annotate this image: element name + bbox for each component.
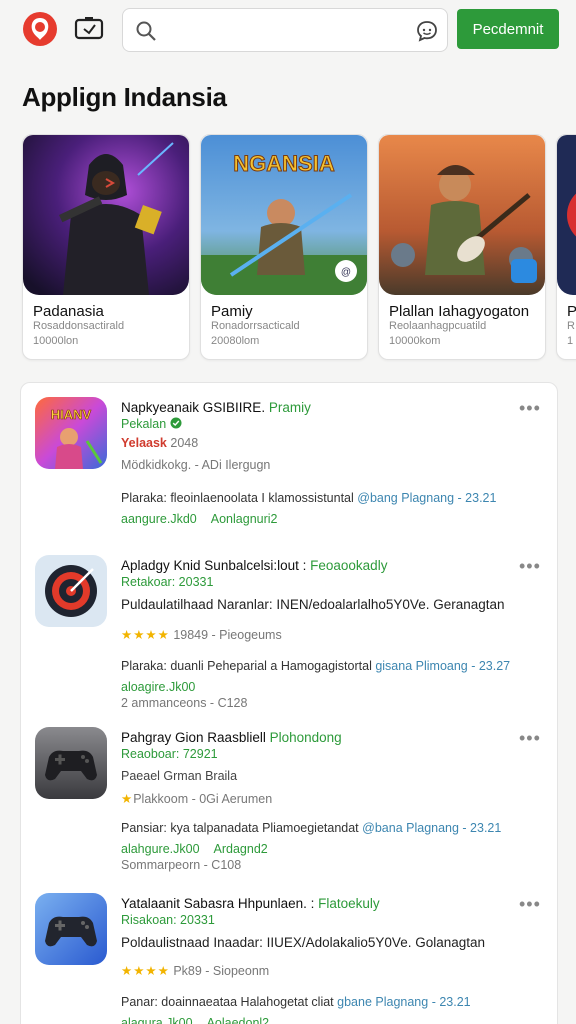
app-extra: 2 ammanceons - C128 [121, 696, 248, 710]
app-category: Plohondong [269, 730, 342, 745]
featured-carousel: Padanasia Rosaddonsactirald 10000lon NGA… [0, 134, 576, 364]
app-description: Puldaulatilhaad Naranlar: INEN/edoalarla… [121, 597, 505, 612]
app-name: Pahgray Gion Raasbliell Plohondong [121, 730, 342, 745]
app-body: Panar: doainnaeataa Halahogetat cliat gb… [121, 995, 471, 1009]
card-title: Pi [567, 303, 576, 320]
app-meta-line: Mödkidkokg. - ADi Ilergugn [121, 458, 271, 472]
app-icon [35, 555, 107, 627]
more-options-icon[interactable]: ••• [519, 557, 541, 575]
svg-text:@: @ [341, 267, 351, 278]
card-subtitle: Ronadorrsacticald [211, 320, 300, 332]
top-bar: Pecdemnit [0, 0, 576, 62]
card-title: Padanasia [33, 303, 104, 320]
app-list: HIANV Napkyeanaik GSIBIIRE. Pramiy Pekal… [20, 382, 558, 1024]
app-publisher: Risakoan: 20331 [121, 913, 215, 927]
card-meta: 10000lon [33, 335, 79, 347]
app-tags: aangure.Jkd0 Aonlagnuri2 [121, 512, 278, 526]
rating-stars-icon: ★ [121, 792, 134, 806]
app-tags: alahgure.Jk00 Ardagnd2 [121, 842, 268, 856]
app-rating-line: ★★★★ 19849 - Pieogeums [121, 628, 282, 642]
app-meta-line: Paeael Grman Braila [121, 769, 238, 783]
app-body: Pansiar: kya talpanadata Pliamoegietanda… [121, 821, 502, 835]
app-tags: aloagire.Jk00 [121, 680, 196, 694]
app-name: Yatalaanit Sabasra Hhpunlaen. : Flatoeku… [121, 896, 380, 911]
search-input[interactable] [122, 8, 448, 52]
card-art-image [379, 135, 545, 295]
app-rating-line: ★★★★ Pk89 - Siopeonm [121, 964, 270, 978]
app-icon [35, 727, 107, 799]
card-art-image [23, 135, 189, 295]
featured-card[interactable]: NGANSIA @ Pamiy Ronadorrsacticald 20080l… [200, 134, 368, 360]
app-description: Poldaulistnaad Inaadar: IIUEX/Adolakalio… [121, 935, 486, 950]
app-icon [35, 893, 107, 965]
rating-stars-icon: ★★★★ [121, 628, 170, 642]
card-title: Pamiy [211, 303, 253, 320]
app-name: Apladgy Knid Sunbalcelsi:lout : Feoaooka… [121, 558, 388, 573]
app-body: Plaraka: duanli Peheparial a Hamogagisto… [121, 659, 511, 673]
section-title: Applign Indansia [22, 82, 227, 112]
featured-card[interactable]: Padanasia Rosaddonsactirald 10000lon [22, 134, 190, 360]
rating-stars-icon: ★★★★ [121, 964, 170, 978]
app-publisher: Pekalan [121, 417, 182, 431]
card-subtitle: Rosaddonsactirald [33, 320, 125, 332]
app-extra: Sommarpeorn - C108 [121, 858, 242, 872]
card-meta: 10000kom [389, 335, 441, 347]
card-subtitle: Reolaanhagpcuatild [389, 320, 487, 332]
card-art-image [557, 135, 576, 295]
app-category: Feoaookadly [310, 558, 388, 573]
app-category: Pramiy [268, 400, 311, 415]
more-options-icon[interactable]: ••• [519, 895, 541, 913]
card-title: Plallan Iahagyogaton [389, 303, 530, 320]
verified-icon [170, 417, 182, 429]
app-body: Plaraka: fleoinlaenoolata I klamossistun… [121, 491, 497, 505]
card-meta: 1 [567, 335, 574, 347]
app-name: Napkyeanaik GSIBIIRE. Pramiy [121, 400, 311, 415]
more-options-icon[interactable]: ••• [519, 729, 541, 747]
app-logo-icon[interactable] [22, 11, 58, 47]
card-meta: 20080lom [211, 335, 260, 347]
more-options-icon[interactable]: ••• [519, 399, 541, 417]
app-rating-line: Yelaask 2048 [121, 436, 199, 450]
search-icon[interactable] [135, 20, 157, 42]
svg-text:HIANV: HIANV [51, 407, 92, 422]
app-rating-line: ★Plakkoom - 0Gi Aerumen [121, 792, 273, 806]
app-tags: alagura.Jk00 Aolaedonl2 [121, 1016, 270, 1024]
app-publisher: Reaoboar: 72921 [121, 747, 218, 761]
app-icon: HIANV [35, 397, 107, 469]
svg-text:NGANSIA: NGANSIA [233, 151, 335, 176]
primary-action-button[interactable]: Pecdemnit [457, 9, 559, 49]
monitor-icon[interactable] [74, 16, 104, 42]
app-publisher: Retakoar: 20331 [121, 575, 214, 589]
featured-card[interactable]: Plallan Iahagyogaton Reolaanhagpcuatild … [378, 134, 546, 360]
chat-icon[interactable] [415, 19, 439, 43]
featured-card[interactable]: Pi R 1 [556, 134, 576, 360]
card-art-image: NGANSIA @ [201, 135, 367, 295]
app-category: Flatoekuly [318, 896, 380, 911]
card-subtitle: R [567, 320, 575, 332]
